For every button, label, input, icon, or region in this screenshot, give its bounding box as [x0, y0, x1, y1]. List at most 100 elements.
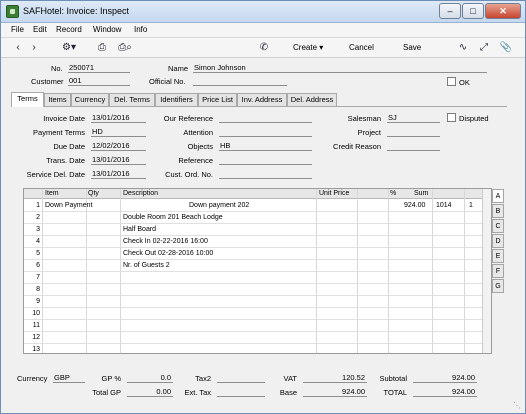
due-date-field[interactable]: 12/02/2016 — [91, 141, 146, 151]
table-row[interactable]: 11 — [24, 320, 491, 332]
side-tab-e[interactable]: E — [492, 249, 504, 263]
tab-currency[interactable]: Currency — [71, 93, 109, 106]
service-del-date-field[interactable]: 13/01/2016 — [91, 169, 146, 179]
col-pct-header: % — [390, 190, 397, 197]
total-gp-field: 0.00 — [127, 387, 173, 397]
side-tab-b[interactable]: B — [492, 204, 504, 218]
official-no-field[interactable] — [193, 76, 287, 86]
attention-field[interactable] — [219, 127, 312, 137]
our-reference-label: Our Reference — [163, 114, 213, 123]
table-row[interactable]: 3 Half Board — [24, 224, 491, 236]
tab-identifiers[interactable]: Identifiers — [155, 93, 198, 106]
reference-field[interactable] — [219, 155, 312, 165]
invoice-date-label: Invoice Date — [43, 114, 85, 123]
menu-record[interactable]: Record — [56, 25, 82, 34]
total-field: 924.00 — [413, 387, 477, 397]
col-item-header: Item — [45, 190, 59, 197]
official-no-label: Official No. — [149, 77, 186, 86]
print-preview-icon[interactable]: ⎙⌕ — [116, 41, 134, 55]
ok-checkbox[interactable] — [447, 77, 456, 86]
row-number: 4 — [36, 238, 40, 245]
menu-edit[interactable]: Edit — [33, 25, 47, 34]
resize-grip-icon[interactable]: ⋱ — [513, 401, 523, 411]
service-del-date-label: Service Del. Date — [26, 170, 85, 179]
our-reference-field[interactable] — [219, 113, 312, 123]
cust-ord-no-field[interactable] — [219, 169, 312, 179]
row-item[interactable]: Down Payment — [45, 202, 92, 209]
base-label: Base — [279, 388, 297, 397]
side-tab-c[interactable]: C — [492, 219, 504, 233]
objects-field[interactable]: HB — [219, 141, 312, 151]
tab-items[interactable]: Items — [44, 93, 71, 106]
close-button[interactable]: ✕ — [485, 3, 521, 19]
tab-inv-address[interactable]: Inv. Address — [237, 93, 287, 106]
side-tab-a[interactable]: A — [492, 189, 504, 203]
ext-tax-label: Ext. Tax — [184, 388, 211, 397]
gp-pct-field: 0.0 — [127, 373, 173, 383]
maximize-button[interactable]: □ — [462, 3, 484, 19]
credit-reason-field[interactable] — [387, 141, 440, 151]
payment-terms-label: Payment Terms — [33, 128, 85, 137]
phone-icon[interactable]: ✆ — [257, 41, 271, 55]
vat-field: 120.52 — [303, 373, 367, 383]
back-arrow-icon[interactable]: ‹ — [11, 41, 25, 55]
menu-file[interactable]: File — [11, 25, 24, 34]
col-unit-price-header: Unit Price — [319, 190, 350, 197]
no-field[interactable]: 250071 — [68, 63, 130, 73]
expand-icon[interactable]: ⤢ — [477, 41, 491, 55]
table-row[interactable]: 4 Check In 02-22-2016 16:00 — [24, 236, 491, 248]
table-row[interactable]: 6 Nr. of Guests 2 — [24, 260, 491, 272]
gp-pct-label: GP % — [101, 374, 121, 383]
row-extra-1[interactable]: 1014 — [436, 202, 452, 209]
cancel-button[interactable]: Cancel — [349, 41, 374, 54]
table-row[interactable]: 2 Double Room 201 Beach Lodge — [24, 212, 491, 224]
settings-gear-icon[interactable]: ⚙▾ — [58, 41, 80, 55]
menu-window[interactable]: Window — [93, 25, 121, 34]
total-label: TOTAL — [383, 388, 407, 397]
row-sum[interactable]: 924.00 — [404, 202, 425, 209]
table-row[interactable]: 1 Down Payment Down payment 202 924.00 1… — [24, 200, 491, 212]
row-description[interactable]: Double Room 201 Beach Lodge — [123, 214, 223, 221]
tab-del-terms[interactable]: Del. Terms — [109, 93, 155, 106]
row-extra-2[interactable]: 1 — [469, 202, 473, 209]
name-field[interactable]: Simon Johnson — [193, 63, 487, 73]
cust-ord-no-label: Cust. Ord. No. — [165, 170, 213, 179]
row-description[interactable]: Down payment 202 — [189, 202, 249, 209]
ok-label: OK — [459, 78, 470, 87]
row-description[interactable]: Check Out 02-28-2016 10:00 — [123, 250, 213, 257]
customer-field[interactable]: 001 — [68, 76, 130, 86]
table-row[interactable]: 13 — [24, 344, 491, 356]
disputed-checkbox[interactable] — [447, 113, 456, 122]
table-row[interactable]: 5 Check Out 02-28-2016 10:00 — [24, 248, 491, 260]
table-row[interactable]: 9 — [24, 296, 491, 308]
payment-terms-field[interactable]: HD — [91, 127, 146, 137]
salesman-field[interactable]: SJ — [387, 113, 440, 123]
project-field[interactable] — [387, 127, 440, 137]
tab-terms[interactable]: Terms — [11, 92, 44, 107]
row-description[interactable]: Half Board — [123, 226, 156, 233]
table-row[interactable]: 8 — [24, 284, 491, 296]
side-tab-d[interactable]: D — [492, 234, 504, 248]
trans-date-field[interactable]: 13/01/2016 — [91, 155, 146, 165]
table-row[interactable]: 7 — [24, 272, 491, 284]
table-row[interactable]: 12 — [24, 332, 491, 344]
row-description[interactable]: Check In 02-22-2016 16:00 — [123, 238, 208, 245]
invoice-date-field[interactable]: 13/01/2016 — [91, 113, 146, 123]
table-row[interactable]: 10 — [24, 308, 491, 320]
create-button[interactable]: Create ▾ — [293, 41, 323, 54]
attachment-icon[interactable]: 📎 — [499, 41, 513, 55]
name-label: Name — [168, 64, 189, 73]
tab-price-list[interactable]: Price List — [198, 93, 237, 106]
side-tab-f[interactable]: F — [492, 264, 504, 278]
side-tab-g[interactable]: G — [492, 279, 504, 293]
row-number: 1 — [36, 202, 40, 209]
tab-del-address[interactable]: Del. Address — [287, 93, 337, 106]
activity-pulse-icon[interactable]: ∿ — [456, 41, 470, 55]
save-button[interactable]: Save — [403, 41, 421, 54]
menu-info[interactable]: Info — [134, 25, 147, 34]
forward-arrow-icon[interactable]: › — [27, 41, 41, 55]
grid-scrollbar[interactable] — [482, 189, 491, 353]
minimize-button[interactable]: – — [439, 3, 461, 19]
print-icon[interactable]: ⎙ — [95, 41, 109, 55]
row-description[interactable]: Nr. of Guests 2 — [123, 262, 170, 269]
